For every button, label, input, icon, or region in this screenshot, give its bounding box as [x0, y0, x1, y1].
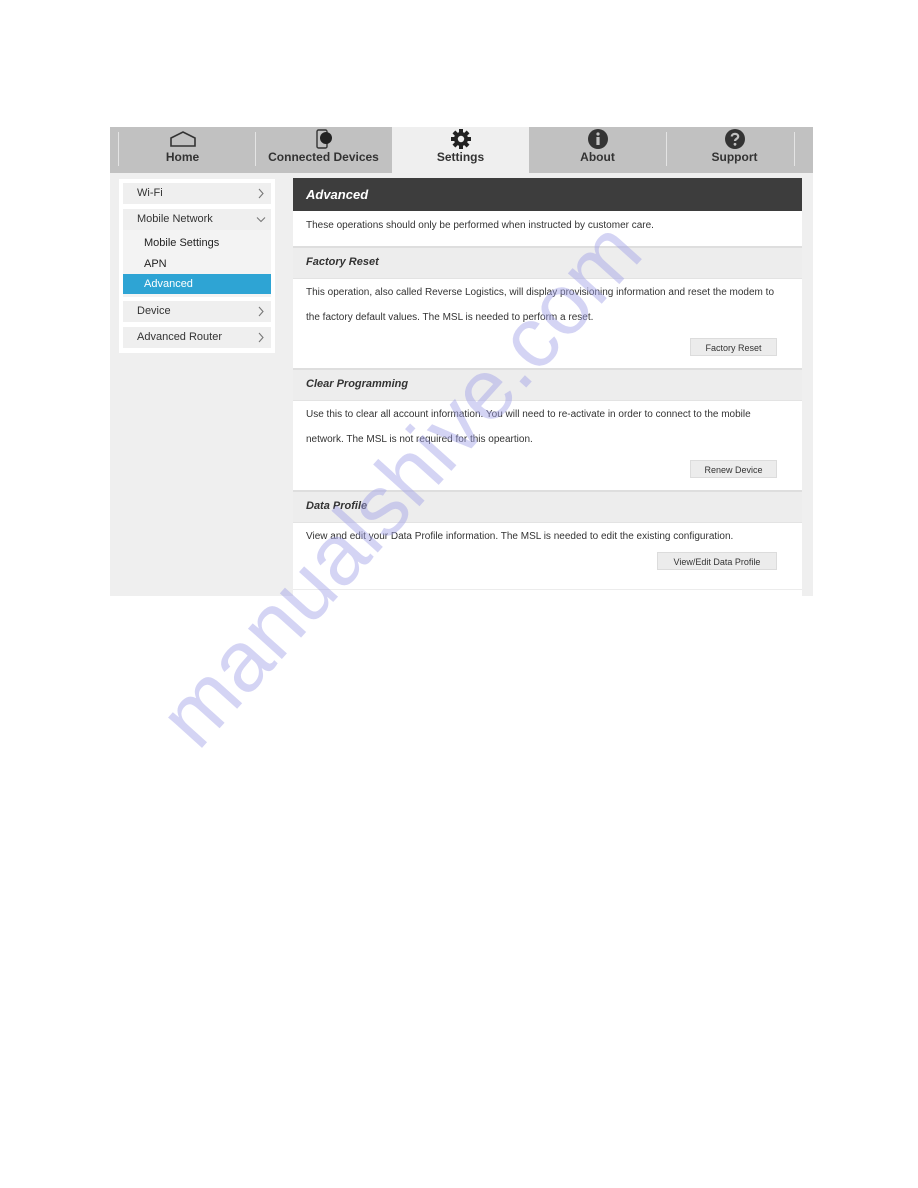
- section-clear-programming: Clear Programming Use this to clear all …: [293, 368, 802, 490]
- sidebar: Wi-Fi Mobile Network Mobile Settings APN…: [119, 179, 275, 353]
- info-icon: [587, 129, 608, 149]
- sidebar-subitem-apn[interactable]: APN: [123, 254, 271, 274]
- renew-device-button[interactable]: Renew Device: [690, 460, 777, 478]
- sidebar-item-label: Wi-Fi: [137, 187, 163, 199]
- tab-label: Connected Devices: [268, 150, 379, 164]
- page-title: Advanced: [293, 178, 802, 211]
- section-title: Factory Reset: [293, 248, 802, 279]
- router-admin-screen: Home Connected Devices Settings About Su…: [110, 127, 813, 596]
- tab-divider: [118, 132, 119, 166]
- tab-divider: [794, 132, 795, 166]
- tab-label: Support: [711, 150, 758, 164]
- section-title: Data Profile: [293, 492, 802, 523]
- section-body: This operation, also called Reverse Logi…: [293, 279, 802, 368]
- section-factory-reset: Factory Reset This operation, also calle…: [293, 246, 802, 368]
- section-text-line: Use this to clear all account informatio…: [306, 409, 751, 420]
- tab-label: About: [580, 150, 615, 164]
- intro-text: These operations should only be performe…: [293, 211, 802, 247]
- section-body: Use this to clear all account informatio…: [293, 401, 802, 490]
- sidebar-group-mobile-network: Mobile Network Mobile Settings APN Advan…: [123, 209, 271, 297]
- section-text-line: network. The MSL is not required for thi…: [306, 434, 533, 445]
- sidebar-item-wifi[interactable]: Wi-Fi: [123, 183, 271, 204]
- section-title: Clear Programming: [293, 370, 802, 401]
- factory-reset-button[interactable]: Factory Reset: [690, 338, 777, 356]
- sidebar-item-label: Mobile Network: [137, 213, 213, 225]
- question-icon: [724, 129, 745, 149]
- tab-home[interactable]: Home: [110, 127, 255, 173]
- sidebar-item-device[interactable]: Device: [123, 301, 271, 322]
- tab-label: Settings: [436, 150, 485, 164]
- tab-connected-devices[interactable]: Connected Devices: [255, 127, 392, 173]
- tab-support[interactable]: Support: [666, 127, 803, 173]
- chevron-right-icon: [258, 332, 264, 343]
- section-text-line: This operation, also called Reverse Logi…: [306, 287, 775, 298]
- main-content: Advanced These operations should only be…: [293, 178, 802, 596]
- section-data-profile: Data Profile View and edit your Data Pro…: [293, 490, 802, 590]
- section-body: View and edit your Data Profile informat…: [293, 523, 802, 590]
- tab-label: Home: [165, 150, 200, 164]
- view-edit-data-profile-button[interactable]: View/Edit Data Profile: [657, 552, 777, 570]
- sidebar-item-label: Advanced Router: [137, 331, 222, 343]
- sidebar-subitem-mobile-settings[interactable]: Mobile Settings: [123, 233, 271, 253]
- chevron-right-icon: [258, 306, 264, 317]
- tab-settings[interactable]: Settings: [392, 127, 529, 173]
- tab-divider: [666, 132, 667, 166]
- sidebar-item-mobile-network[interactable]: Mobile Network: [123, 209, 271, 230]
- home-icon: [169, 129, 197, 149]
- gear-icon: [450, 129, 471, 149]
- section-text-line: the factory default values. The MSL is n…: [306, 312, 594, 323]
- top-navigation: Home Connected Devices Settings About Su…: [110, 127, 813, 173]
- connected-devices-icon: [314, 129, 334, 149]
- tab-divider: [255, 132, 256, 166]
- chevron-right-icon: [258, 188, 264, 199]
- sidebar-item-label: Device: [137, 305, 171, 317]
- chevron-down-icon: [256, 217, 266, 223]
- section-text-line: View and edit your Data Profile informat…: [306, 531, 734, 542]
- tab-about[interactable]: About: [529, 127, 666, 173]
- sidebar-item-advanced-router[interactable]: Advanced Router: [123, 327, 271, 348]
- sidebar-subitem-advanced[interactable]: Advanced: [123, 274, 271, 294]
